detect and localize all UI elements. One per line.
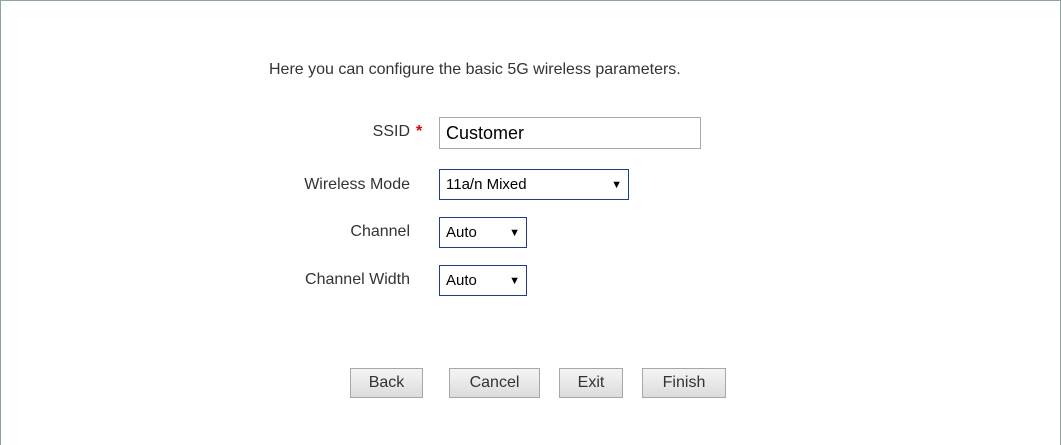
ssid-input[interactable] <box>439 117 701 149</box>
channel-width-value: Auto <box>446 272 477 289</box>
ssid-label: SSID <box>372 123 410 140</box>
intro-text: Here you can configure the basic 5G wire… <box>269 61 681 78</box>
back-button[interactable]: Back <box>350 368 423 398</box>
channel-select[interactable]: Auto ▼ <box>439 217 527 248</box>
channel-width-select[interactable]: Auto ▼ <box>439 265 527 296</box>
exit-button[interactable]: Exit <box>559 368 623 398</box>
wireless-mode-select[interactable]: 11a/n Mixed ▼ <box>439 169 629 200</box>
chevron-down-icon: ▼ <box>611 178 622 191</box>
required-marker: * <box>416 123 423 140</box>
chevron-down-icon: ▼ <box>509 274 520 287</box>
chevron-down-icon: ▼ <box>509 226 520 239</box>
cancel-button[interactable]: Cancel <box>449 368 540 398</box>
wireless-mode-value: 11a/n Mixed <box>446 176 527 193</box>
wizard-panel: Here you can configure the basic 5G wire… <box>0 0 1061 445</box>
finish-button[interactable]: Finish <box>642 368 726 398</box>
channel-label: Channel <box>350 223 410 240</box>
channel-width-label: Channel Width <box>305 271 410 288</box>
wireless-mode-label: Wireless Mode <box>304 176 410 193</box>
channel-value: Auto <box>446 224 477 241</box>
